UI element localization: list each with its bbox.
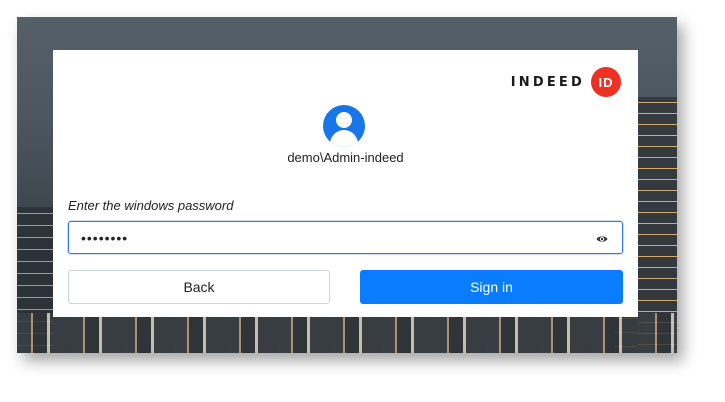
logo-badge: ID [591, 67, 621, 97]
avatar-head [336, 112, 352, 128]
screenshot-frame: INDEED ID demo\Admin-indeed Enter the wi… [17, 17, 677, 353]
user-avatar-icon [323, 105, 365, 147]
sign-in-button[interactable]: Sign in [360, 270, 623, 304]
eye-icon[interactable] [596, 233, 608, 245]
back-button[interactable]: Back [68, 270, 330, 304]
login-card: INDEED ID demo\Admin-indeed Enter the wi… [53, 50, 638, 317]
username-label: demo\Admin-indeed [287, 150, 404, 165]
logo-text: INDEED [510, 74, 585, 90]
password-label: Enter the windows password [68, 198, 234, 213]
password-value: •••••••• [81, 230, 129, 246]
password-input[interactable]: •••••••• [68, 221, 623, 254]
indeed-id-logo: INDEED ID [511, 67, 621, 97]
avatar-body [330, 130, 358, 147]
background-city-bottom [17, 313, 677, 353]
